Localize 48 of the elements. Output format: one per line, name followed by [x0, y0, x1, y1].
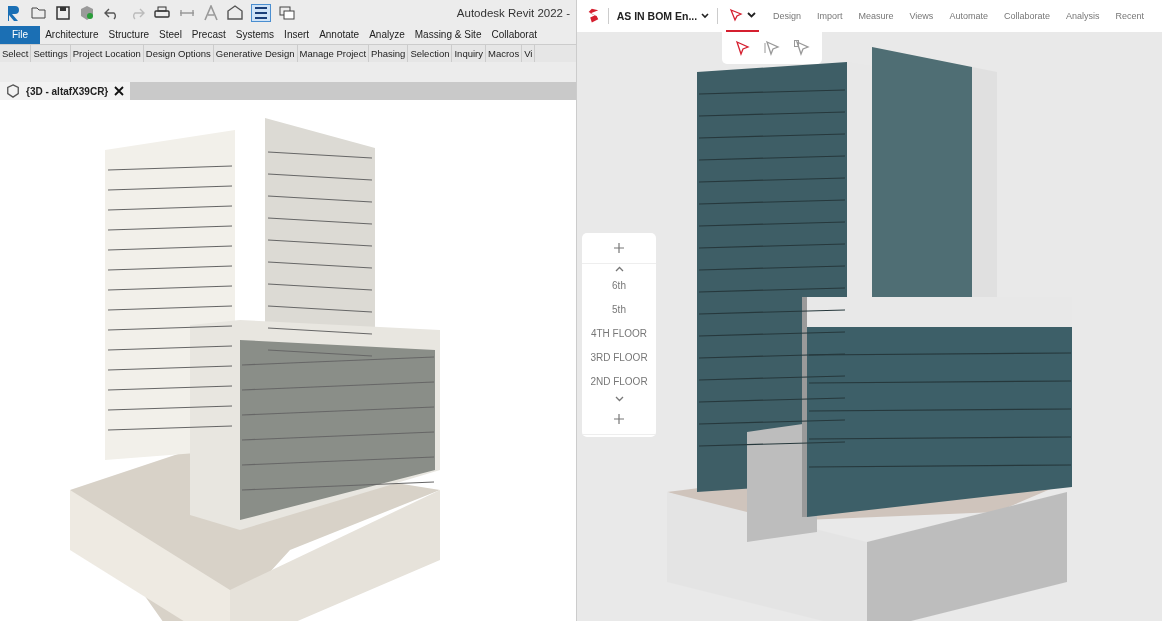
ribbon-tab[interactable]: Analyze — [364, 26, 410, 44]
ribbon-tab[interactable]: Systems — [230, 26, 280, 44]
floor-item[interactable]: 2ND FLOOR — [590, 370, 648, 394]
list-icon[interactable] — [252, 5, 270, 21]
cube-icon — [6, 84, 20, 98]
cube-icon[interactable] — [79, 5, 95, 21]
cursor-icon — [728, 8, 743, 22]
floor-item[interactable]: 5th — [612, 298, 626, 322]
ribbon-tab[interactable]: Annotate — [314, 26, 365, 44]
floor-item[interactable]: 4TH FLOOR — [590, 322, 648, 346]
window-title: Autodesk Revit 2022 - — [456, 7, 570, 19]
windows-icon[interactable] — [279, 6, 295, 20]
ribbon-tab[interactable]: Precast — [186, 26, 231, 44]
ribbon-tab[interactable]: Massing & Site — [409, 26, 487, 44]
menu-item[interactable]: Collaborate — [1003, 11, 1050, 21]
plus-icon — [614, 243, 624, 253]
ribbon-tab[interactable]: Architecture — [40, 26, 104, 44]
save-icon[interactable] — [56, 6, 70, 20]
project-dropdown[interactable]: AS IN BOM En... — [616, 10, 710, 22]
ribbon-tab[interactable]: Steel — [154, 26, 187, 44]
ribbon-tab[interactable]: Collaborat — [486, 26, 543, 44]
menu-item[interactable]: Design — [772, 11, 801, 21]
menu-item[interactable]: Measure — [858, 11, 894, 21]
floor-item[interactable]: 6th — [612, 274, 626, 298]
ribbon-tab[interactable]: Structure — [103, 26, 155, 44]
plus-icon — [614, 414, 624, 424]
floor-item[interactable]: 3RD FLOOR — [590, 346, 648, 370]
view-tab[interactable]: {3D - altafX39CR} — [0, 82, 131, 100]
print-icon[interactable] — [154, 6, 170, 20]
chevron-down-icon — [701, 13, 710, 19]
menu-item[interactable]: Recent — [1115, 11, 1144, 21]
text-icon[interactable] — [204, 5, 218, 21]
chevron-up-icon[interactable] — [614, 266, 624, 272]
ribbon-tab[interactable]: Insert — [279, 26, 315, 44]
menu-item[interactable]: Analysis — [1065, 11, 1100, 21]
menu-item[interactable]: Automate — [949, 11, 988, 21]
chevron-down-icon — [746, 12, 756, 18]
chevron-down-icon[interactable] — [614, 396, 624, 402]
close-icon[interactable] — [114, 86, 125, 96]
house-icon[interactable] — [227, 5, 243, 21]
text-cursor-icon[interactable] — [764, 40, 780, 56]
cursor-icon[interactable] — [734, 40, 750, 56]
box-cursor-icon[interactable] — [794, 40, 810, 56]
ribbon-tab[interactable]: File — [0, 26, 41, 44]
open-folder-icon[interactable] — [31, 6, 47, 20]
menu-item[interactable]: Views — [909, 11, 934, 21]
revit-logo-icon[interactable] — [6, 4, 22, 22]
menu-item[interactable]: Import — [817, 11, 843, 21]
